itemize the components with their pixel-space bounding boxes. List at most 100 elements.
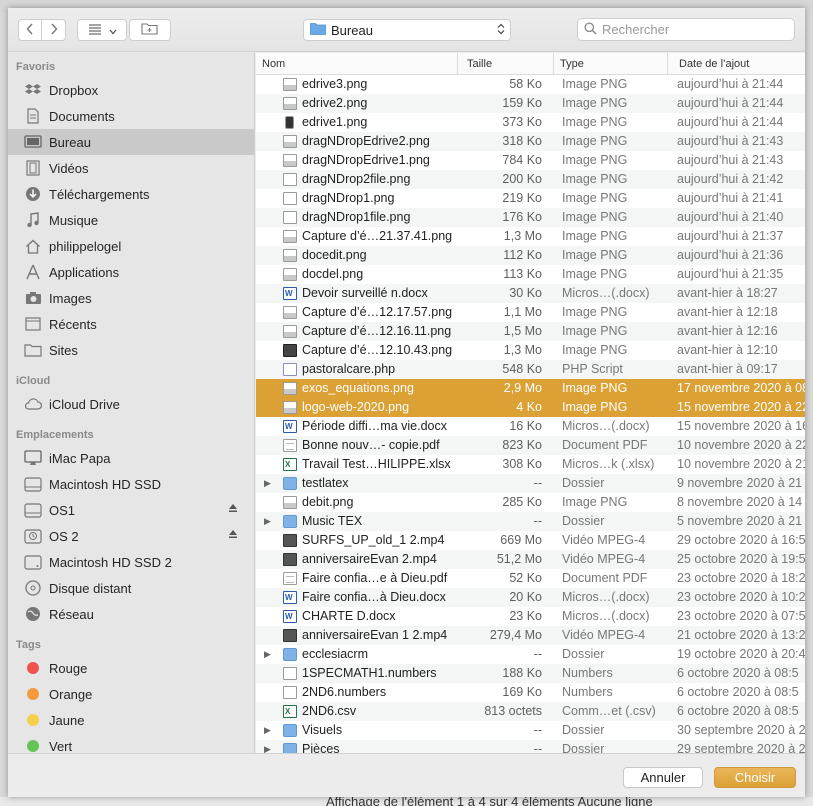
view-options-button[interactable]: [77, 19, 127, 41]
sidebar-item-r-cents[interactable]: Récents: [8, 311, 254, 337]
file-row[interactable]: pastoralcare.php 548 Ko PHP Script avant-hi…: [256, 360, 805, 379]
file-date-added: aujourd’hui à 21:44: [677, 96, 784, 110]
disclosure-triangle-icon[interactable]: ▶: [264, 474, 274, 493]
file-row[interactable]: Faire confia…e à Dieu.pdf 52 Ko Document P…: [256, 569, 805, 588]
file-kind: Vidéo MPEG-4: [562, 533, 646, 547]
file-row[interactable]: dragNDropEdrive2.png 318 Ko Image PNG aujou…: [256, 132, 805, 151]
file-row[interactable]: logo-web-2020.png 4 Ko Image PNG 15 novembr…: [256, 398, 805, 417]
sidebar-item-sites[interactable]: Sites: [8, 337, 254, 363]
dark-file-icon: [283, 344, 297, 357]
file-name: edrive2.png: [302, 96, 368, 110]
file-size: 200 Ko: [502, 172, 542, 186]
file-row[interactable]: Devoir surveillé n.docx 30 Ko Micros…(.doc…: [256, 284, 805, 303]
sidebar-item-applications[interactable]: Applications: [8, 259, 254, 285]
file-row[interactable]: docedit.png 112 Ko Image PNG aujourd’hui à …: [256, 246, 805, 265]
file-row[interactable]: Capture d’é…12.16.11.png 1,5 Mo Image PNG a…: [256, 322, 805, 341]
sidebar-item-musique[interactable]: Musique: [8, 207, 254, 233]
file-date-added: 29 septembre 2020 à 2: [677, 742, 805, 753]
folder-row[interactable]: ▶ Visuels -- Dossier 30 septembre 2020 à 2: [256, 721, 805, 740]
location-popup[interactable]: Bureau: [303, 19, 511, 41]
file-row[interactable]: Capture d’é…12.10.43.png 1,3 Mo Image PNG a…: [256, 341, 805, 360]
sidebar-item-os-2[interactable]: OS 2: [8, 523, 254, 549]
file-row[interactable]: Bonne nouv…- copie.pdf 823 Ko Document PDF…: [256, 436, 805, 455]
column-header-size[interactable]: Taille: [458, 53, 554, 75]
sidebar-item-dropbox[interactable]: Dropbox: [8, 77, 254, 103]
sidebar-item-macintosh-hd-ssd-2[interactable]: Macintosh HD SSD 2: [8, 549, 254, 575]
file-size: 16 Ko: [509, 419, 542, 433]
file-row[interactable]: debit.png 285 Ko Image PNG 8 novembre 2020 …: [256, 493, 805, 512]
file-date-added: 19 octobre 2020 à 20:4: [677, 647, 805, 661]
folder-row[interactable]: ▶ ecclesiacrm -- Dossier 19 octobre 2020 à 2…: [256, 645, 805, 664]
sidebar-item-philippelogel[interactable]: philippelogel: [8, 233, 254, 259]
file-kind: Dossier: [562, 742, 605, 753]
cancel-button[interactable]: Annuler: [623, 767, 703, 788]
applications-icon: [23, 263, 43, 281]
file-row[interactable]: SURFS_UP_old_1 2.mp4 669 Mo Vidéo MPEG-4 29…: [256, 531, 805, 550]
sidebar-tag-jaune[interactable]: Jaune: [8, 707, 254, 733]
file-size: 159 Ko: [502, 96, 542, 110]
forward-button[interactable]: [41, 19, 66, 41]
file-row[interactable]: Faire confia…à Dieu.docx 20 Ko Micros…(.do…: [256, 588, 805, 607]
file-row[interactable]: Capture d’é…21.37.41.png 1,3 Mo Image PNG a…: [256, 227, 805, 246]
disclosure-triangle-icon[interactable]: ▶: [264, 645, 274, 664]
new-folder-button[interactable]: [129, 19, 171, 41]
sidebar-item-images[interactable]: Images: [8, 285, 254, 311]
sidebar-tag-rouge[interactable]: Rouge: [8, 655, 254, 681]
file-row[interactable]: edrive3.png 58 Ko Image PNG aujourd’hui à 2…: [256, 75, 805, 94]
file-row[interactable]: Travail Test…HILIPPE.xlsx 308 Ko Micros…k …: [256, 455, 805, 474]
file-size: 4 Ko: [516, 400, 542, 414]
file-row[interactable]: dragNDropEdrive1.png 784 Ko Image PNG aujou…: [256, 151, 805, 170]
column-header-name[interactable]: Nom: [256, 53, 458, 75]
file-date-added: 6 octobre 2020 à 08:5: [677, 704, 799, 718]
file-row[interactable]: dragNDrop1.png 219 Ko Image PNG aujourd’hui…: [256, 189, 805, 208]
file-kind: Numbers: [562, 685, 613, 699]
folder-icon: [283, 648, 297, 661]
folder-row[interactable]: ▶ Music TEX -- Dossier 5 novembre 2020 à 21: [256, 512, 805, 531]
eject-icon[interactable]: [228, 503, 238, 516]
sidebar-tag-orange[interactable]: Orange: [8, 681, 254, 707]
sidebar-item-os1[interactable]: OS1: [8, 497, 254, 523]
eject-icon[interactable]: [228, 529, 238, 542]
file-name: Faire confia…à Dieu.docx: [302, 590, 446, 604]
file-row[interactable]: exos_equations.png 2,9 Mo Image PNG 17 nove…: [256, 379, 805, 398]
sidebar-item-imac-papa[interactable]: iMac Papa: [8, 445, 254, 471]
file-row[interactable]: edrive1.png 373 Ko Image PNG aujourd’hui à …: [256, 113, 805, 132]
file-row[interactable]: 1SPECMATH1.numbers 188 Ko Numbers 6 octobre…: [256, 664, 805, 683]
sidebar-item-icloud-drive[interactable]: iCloud Drive: [8, 391, 254, 417]
disclosure-triangle-icon[interactable]: ▶: [264, 721, 274, 740]
sidebar-item-t-l-chargements[interactable]: Téléchargements: [8, 181, 254, 207]
sidebar-item-documents[interactable]: Documents: [8, 103, 254, 129]
file-row[interactable]: 2ND6.numbers 169 Ko Numbers 6 octobre 2020 …: [256, 683, 805, 702]
search-field[interactable]: [577, 18, 795, 41]
choose-button[interactable]: Choisir: [714, 767, 796, 788]
file-row[interactable]: Capture d’é…12.17.57.png 1,1 Mo Image PNG a…: [256, 303, 805, 322]
file-row[interactable]: CHARTE D.docx 23 Ko Micros…(.docx) 23 octob…: [256, 607, 805, 626]
search-input[interactable]: [602, 22, 792, 37]
folder-row[interactable]: ▶ Pièces -- Dossier 29 septembre 2020 à 2: [256, 740, 805, 753]
column-header-kind[interactable]: Type: [554, 53, 668, 75]
sidebar-item-r-seau[interactable]: Réseau: [8, 601, 254, 627]
doc-file-icon: [283, 173, 297, 186]
folder-row[interactable]: ▶ testlatex -- Dossier 9 novembre 2020 à 21: [256, 474, 805, 493]
sidebar-tag-vert[interactable]: Vert: [8, 733, 254, 753]
sidebar-item-vid-os[interactable]: Vidéos: [8, 155, 254, 181]
file-row[interactable]: edrive2.png 159 Ko Image PNG aujourd’hui à …: [256, 94, 805, 113]
file-row[interactable]: dragNDrop1file.png 176 Ko Image PNG aujourd…: [256, 208, 805, 227]
icloud-list: iCloud Drive: [8, 391, 254, 417]
back-button[interactable]: [18, 19, 42, 41]
disclosure-triangle-icon[interactable]: ▶: [264, 512, 274, 531]
disclosure-triangle-icon[interactable]: ▶: [264, 740, 274, 753]
sidebar-item-disque-distant[interactable]: Disque distant: [8, 575, 254, 601]
sidebar-tag-label: Rouge: [49, 660, 88, 676]
file-date-added: 29 octobre 2020 à 16:5: [677, 533, 805, 547]
column-header-date-added[interactable]: Date de l’ajout: [668, 53, 805, 75]
sidebar-item-bureau[interactable]: Bureau: [8, 129, 254, 155]
file-size: 285 Ko: [502, 495, 542, 509]
file-row[interactable]: 2ND6.csv 813 octets Comm…et (.csv) 6 octobr…: [256, 702, 805, 721]
file-row[interactable]: Période diffi…ma vie.docx 16 Ko Micros…(.d…: [256, 417, 805, 436]
file-row[interactable]: dragNDrop2file.png 200 Ko Image PNG aujourd…: [256, 170, 805, 189]
file-row[interactable]: docdel.png 113 Ko Image PNG aujourd’hui à 2…: [256, 265, 805, 284]
file-row[interactable]: anniversaireEvan 2.mp4 51,2 Mo Vidéo MPEG-…: [256, 550, 805, 569]
file-row[interactable]: anniversaireEvan 1 2.mp4 279,4 Mo Vidéo MP…: [256, 626, 805, 645]
sidebar-item-macintosh-hd-ssd[interactable]: Macintosh HD SSD: [8, 471, 254, 497]
